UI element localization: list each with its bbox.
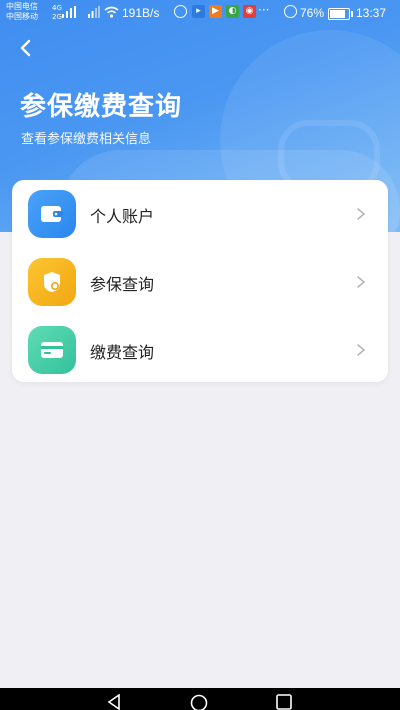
app-notification-icon: ▸ [192,5,205,18]
nav-home-icon[interactable] [190,694,208,710]
page-subtitle: 查看参保缴费相关信息 [21,132,152,147]
chevron-right-icon [357,208,366,220]
nav-recents-icon[interactable] [276,694,292,710]
battery-level [330,10,346,18]
menu-item-label: 缴费查询 [90,343,155,362]
chevron-left-icon [20,39,31,57]
wallet-icon [28,190,76,238]
signal-2-icon [88,6,100,18]
nav-back-icon[interactable] [107,694,121,710]
clock: 13:37 [356,6,387,20]
wifi-icon [104,6,119,18]
screen: 中国电信 中国移动 4G 2G 191B/s ▸ ▶ ◐ ◉ ··· 76% 1… [0,0,400,710]
carrier-2: 中国移动 [6,12,38,21]
network-type-2: 2G [52,13,62,21]
news-notification-icon: ◉ [243,5,256,18]
app-notification-2-icon: ◐ [226,5,239,18]
video-notification-icon: ▶ [209,5,222,18]
alarm-icon [284,5,297,18]
network-speed: 191B/s [122,6,160,20]
carrier-names: 中国电信 中国移动 [6,2,38,22]
page-title: 参保缴费查询 [20,92,183,122]
menu-item-insurance-query[interactable]: 参保查询 [12,248,388,316]
menu-item-payment-query[interactable]: 缴费查询 [12,316,388,384]
menu-item-label: 个人账户 [90,207,155,226]
carrier-1: 中国电信 [6,2,38,11]
menu-item-personal-account[interactable]: 个人账户 [12,180,388,248]
chevron-right-icon [357,276,366,288]
back-button[interactable] [12,34,40,62]
wechat-icon [174,5,187,18]
network-type-1: 4G [52,4,62,12]
menu-item-label: 参保查询 [90,275,155,294]
status-bar: 中国电信 中国移动 4G 2G 191B/s ▸ ▶ ◐ ◉ ··· 76% 1… [0,0,400,26]
more-notifications: ··· [258,3,270,17]
system-nav-bar [0,688,400,710]
chevron-right-icon [357,344,366,356]
signal-icon [62,6,76,18]
shield-icon [28,258,76,306]
card-icon [28,326,76,374]
battery-percent: 76% [300,6,325,20]
menu-card: 个人账户 参保查询 缴费查询 [12,180,388,382]
battery-icon [328,8,353,20]
network-type: 4G 2G [52,4,62,22]
